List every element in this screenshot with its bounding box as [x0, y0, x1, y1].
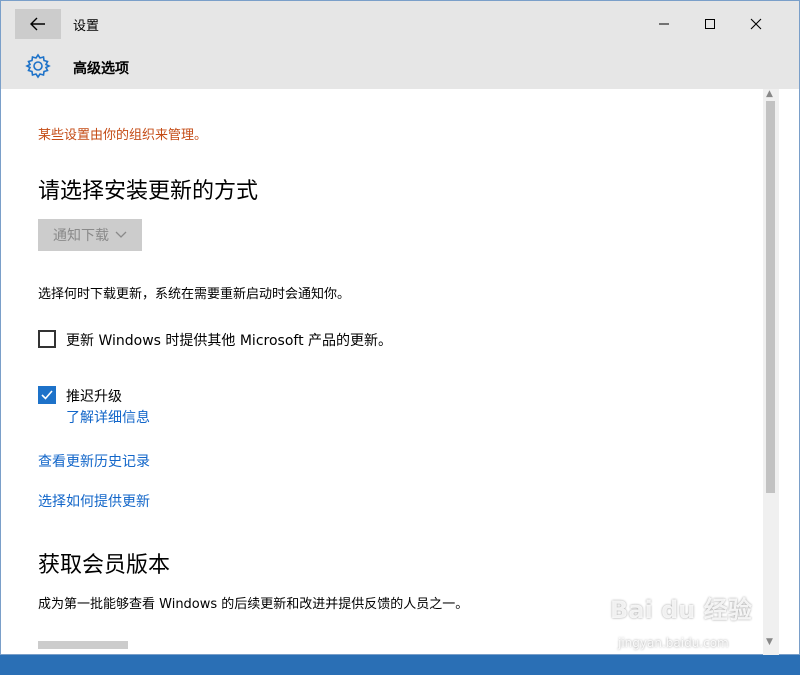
page-title: 高级选项: [73, 61, 129, 77]
close-button[interactable]: [733, 9, 779, 39]
back-arrow-icon: [30, 17, 45, 31]
checkmark-icon: [41, 390, 53, 400]
insider-heading: 获取会员版本: [38, 553, 171, 578]
scroll-down-icon[interactable]: ▼: [766, 637, 773, 647]
chevron-down-icon: [115, 231, 127, 238]
scroll-thumb[interactable]: [766, 101, 775, 493]
other-products-checkbox[interactable]: [38, 330, 56, 348]
vertical-scrollbar[interactable]: ▲ ▼: [763, 89, 779, 655]
settings-window: 设置 高级选项 某些设置由你的组织来管理。 请选择安装更新的方式 通知下载 选择…: [0, 0, 800, 655]
choose-delivery-link[interactable]: 选择如何提供更新: [38, 491, 150, 511]
managed-notice: 某些设置由你的组织来管理。: [38, 128, 208, 143]
defer-upgrade-checkbox[interactable]: [38, 386, 56, 404]
dropdown-value: 通知下载: [53, 228, 109, 244]
maximize-button[interactable]: [687, 9, 733, 39]
update-method-description: 选择何时下载更新，系统在需要重新启动时会通知你。: [38, 287, 351, 302]
scroll-up-icon[interactable]: ▲: [766, 89, 773, 99]
update-method-dropdown[interactable]: 通知下载: [38, 219, 142, 251]
insider-description: 成为第一批能够查看 Windows 的后续更新和改进并提供反馈的人员之一。: [38, 597, 469, 612]
view-history-link[interactable]: 查看更新历史记录: [38, 451, 150, 471]
learn-more-link[interactable]: 了解详细信息: [66, 407, 150, 427]
insider-start-button[interactable]: [38, 641, 128, 649]
baidu-watermark-logo: Bai du 经验: [610, 596, 752, 624]
gear-icon: [25, 53, 51, 79]
defer-upgrade-label[interactable]: 推迟升级: [66, 386, 122, 406]
other-products-label[interactable]: 更新 Windows 时提供其他 Microsoft 产品的更新。: [66, 330, 392, 350]
minimize-icon: [659, 23, 669, 25]
maximize-icon: [705, 19, 715, 29]
back-button[interactable]: [15, 9, 61, 39]
page-header: 高级选项: [1, 47, 799, 89]
title-bar: 设置: [1, 1, 799, 47]
close-icon: [750, 18, 762, 30]
app-title: 设置: [73, 19, 100, 34]
baidu-watermark-url: jingyan.baidu.com: [618, 636, 729, 650]
update-method-heading: 请选择安装更新的方式: [38, 179, 259, 204]
settings-content: 某些设置由你的组织来管理。 请选择安装更新的方式 通知下载 选择何时下载更新，系…: [15, 89, 763, 649]
minimize-button[interactable]: [641, 9, 687, 39]
